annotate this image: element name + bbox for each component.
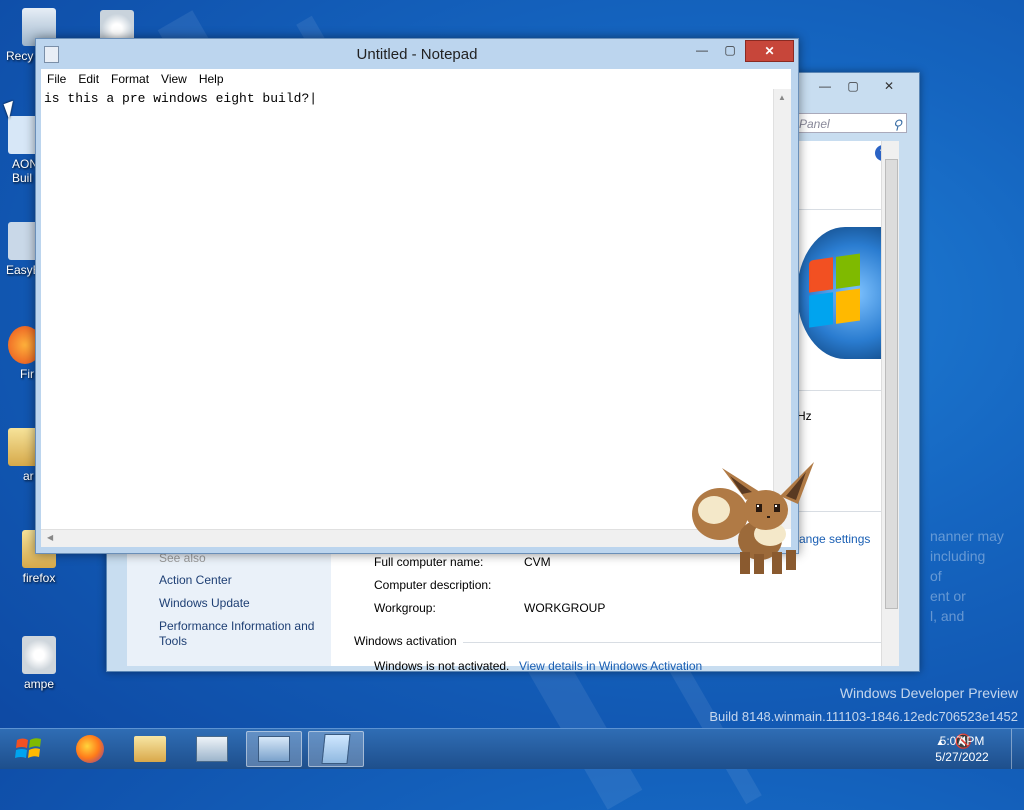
desktop-icon-ampe[interactable]: ampe <box>4 636 74 691</box>
control-panel-icon <box>258 736 290 762</box>
taskbar-computer[interactable] <box>184 731 240 767</box>
window-title: Untitled - Notepad <box>356 46 478 63</box>
scrollbar-thumb[interactable] <box>885 159 898 609</box>
menu-bar: File Edit Format View Help <box>41 69 791 89</box>
desktop: Recy AON Buil EasyB Fir ar firefox ampe … <box>0 0 1024 810</box>
menu-edit[interactable]: Edit <box>72 72 105 86</box>
folder-icon <box>134 736 166 762</box>
notepad-icon <box>321 734 351 764</box>
divider <box>787 390 883 391</box>
watermark-edition: Windows Developer Preview <box>839 685 1018 701</box>
flag-red <box>809 257 833 293</box>
windows-activation-heading: Windows activation <box>354 634 457 648</box>
search-placeholder: Panel <box>799 117 830 131</box>
menu-file[interactable]: File <box>41 72 72 86</box>
text-editor[interactable]: is this a pre windows eight build? ▲ ◀ <box>41 89 791 547</box>
clock-date: 5/27/2022 <box>935 750 989 764</box>
flag-blue <box>809 292 833 328</box>
activation-details-link[interactable]: View details in Windows Activation <box>519 659 702 673</box>
flag-green <box>836 253 860 289</box>
watermark-build: Build 8148.winmain.111103-1846.12edc7065… <box>709 709 1018 724</box>
disc-file-icon <box>22 636 56 674</box>
windows-flag <box>809 253 861 330</box>
close-button[interactable]: ✕ <box>867 77 911 95</box>
divider <box>463 642 887 643</box>
horizontal-scrollbar[interactable]: ◀ <box>41 529 774 547</box>
taskbar: ▲ 🔇 5:07 PM 5/27/2022 <box>0 728 1024 769</box>
workgroup-label: Workgroup: <box>374 601 436 615</box>
notepad-window[interactable]: Untitled - Notepad — ▢ ✕ File Edit Forma… <box>35 38 799 554</box>
link-windows-update[interactable]: Windows Update <box>159 596 250 610</box>
taskbar-control-panel[interactable] <box>246 731 302 767</box>
background-text-line: of <box>930 568 942 584</box>
background-text: nanner may including of ent or l, and <box>930 526 1004 626</box>
computer-description-label: Computer description: <box>374 578 492 592</box>
eevee-sprite <box>692 462 814 574</box>
taskbar-firefox[interactable] <box>62 731 118 767</box>
minimize-button[interactable]: — <box>811 77 839 95</box>
windows-start-icon <box>15 738 41 758</box>
background-text-line: nanner may <box>930 528 1004 544</box>
maximize-button[interactable]: ▢ <box>717 40 743 60</box>
firefox-icon <box>76 735 104 763</box>
link-action-center[interactable]: Action Center <box>159 573 232 587</box>
show-desktop-button[interactable] <box>1011 729 1024 769</box>
full-computer-name-label: Full computer name: <box>374 555 484 569</box>
background-text-line: l, and <box>930 608 965 624</box>
computer-icon <box>196 736 228 762</box>
maximize-button[interactable]: ▢ <box>839 77 867 95</box>
taskbar-notepad[interactable] <box>308 731 364 767</box>
scroll-up-icon[interactable]: ▲ <box>778 93 786 102</box>
clock-time: 5:07 PM <box>939 734 985 748</box>
divider <box>787 209 883 210</box>
desktop-icon-label: ampe <box>23 677 55 691</box>
clock[interactable]: 5:07 PM 5/27/2022 <box>922 733 1002 765</box>
menu-format[interactable]: Format <box>105 72 155 86</box>
activation-status: Windows is not activated. <box>374 659 510 673</box>
desktop-icon-label: firefox <box>22 571 56 585</box>
processor-speed: Hz <box>797 409 812 423</box>
taskbar-explorer[interactable] <box>122 731 178 767</box>
control-panel-title-buttons: — ▢ ✕ <box>811 77 911 95</box>
minimize-button[interactable]: — <box>689 40 715 60</box>
menu-view[interactable]: View <box>155 72 193 86</box>
scroll-left-icon[interactable]: ◀ <box>47 533 53 542</box>
editor-text[interactable]: is this a pre windows eight build? <box>44 91 317 106</box>
full-computer-name-value: CVM <box>524 555 551 569</box>
close-button[interactable]: ✕ <box>745 40 794 62</box>
vertical-scrollbar[interactable] <box>881 141 899 666</box>
flag-yellow <box>836 288 860 324</box>
windows-logo-icon <box>797 227 893 359</box>
background-text-line: including <box>930 548 986 564</box>
notepad-title-buttons: — ▢ ✕ <box>689 40 794 62</box>
background-text-line: ent or <box>930 588 966 604</box>
menu-help[interactable]: Help <box>193 72 230 86</box>
workgroup-value: WORKGROUP <box>524 601 606 615</box>
search-input[interactable]: Panel ⚲ <box>795 113 907 133</box>
search-icon[interactable]: ⚲ <box>892 115 902 135</box>
start-button[interactable] <box>0 729 58 769</box>
link-performance-info[interactable]: Performance Information and Tools <box>159 619 324 649</box>
